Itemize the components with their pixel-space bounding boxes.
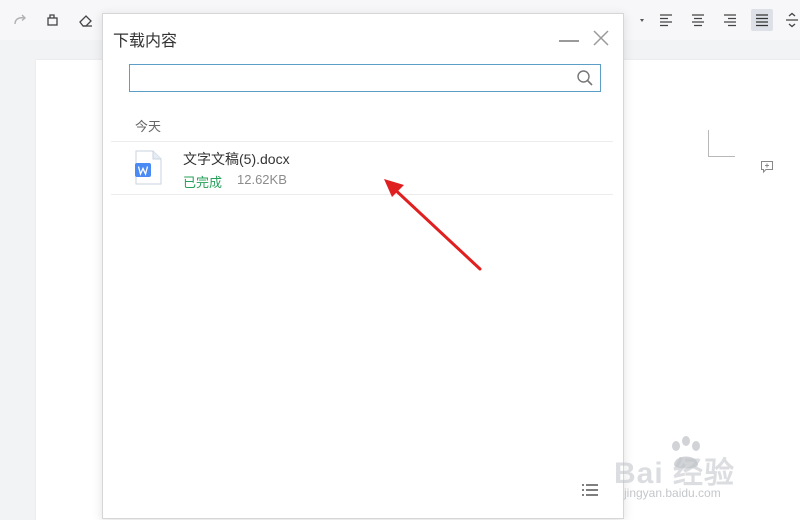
group-label-today: 今天	[135, 119, 162, 134]
list-view-icon[interactable]	[581, 482, 599, 498]
justify-icon[interactable]	[751, 9, 773, 31]
close-icon[interactable]	[591, 28, 611, 48]
minimize-button[interactable]	[559, 40, 579, 42]
page-margin-corner	[708, 130, 735, 157]
file-name: 文字文稿(5).docx	[183, 151, 290, 167]
dropdown-arrow-icon[interactable]	[632, 10, 652, 30]
download-item[interactable]: 文字文稿(5).docx 已完成 12.62KB	[111, 142, 613, 194]
align-left-icon[interactable]	[656, 10, 676, 30]
format-painter-icon[interactable]	[43, 10, 63, 30]
dialog-title: 下载内容	[113, 33, 178, 50]
eraser-icon[interactable]	[76, 10, 96, 30]
search-box	[129, 64, 601, 92]
align-center-icon[interactable]	[688, 10, 708, 30]
word-doc-icon	[135, 150, 162, 185]
align-right-icon[interactable]	[720, 10, 740, 30]
search-icon[interactable]	[576, 69, 594, 87]
file-size: 12.62KB	[237, 172, 287, 187]
add-comment-icon[interactable]	[760, 160, 774, 174]
file-status: 已完成	[183, 175, 223, 190]
line-spacing-icon[interactable]	[782, 10, 800, 30]
download-dialog: 下载内容 今天 文字文稿(5).docx 已完成 12.62KB	[102, 13, 624, 519]
watermark-url: jingyan.baidu.com	[624, 486, 721, 500]
annotation-arrow-icon	[384, 179, 482, 271]
search-input[interactable]	[130, 65, 570, 91]
divider	[111, 194, 613, 195]
redo-icon[interactable]	[10, 10, 30, 30]
